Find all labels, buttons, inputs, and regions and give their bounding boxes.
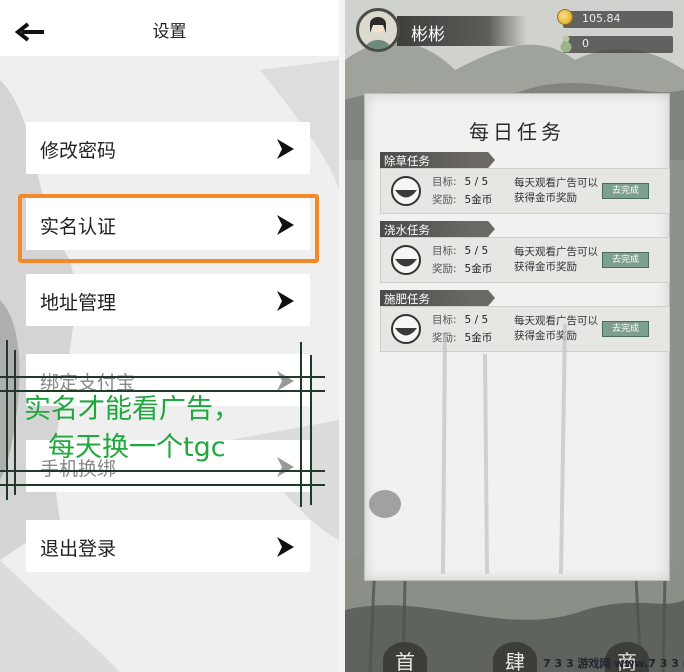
username-plate: 彬彬: [397, 16, 527, 46]
target-value: 5 / 5: [464, 176, 489, 188]
reward-value: 5金币: [464, 263, 493, 275]
menu-item-label: 退出登录: [40, 538, 117, 560]
target-label: 目标:: [432, 176, 457, 188]
gourd-amount: 0: [582, 37, 589, 50]
overlay-frame-line: [300, 342, 302, 507]
task-name: 除草任务: [384, 154, 430, 168]
task-description: 每天观看广告可以获得金币奖励: [514, 246, 598, 273]
avatar-portrait-icon: [365, 17, 391, 49]
task-name: 施肥任务: [384, 292, 430, 306]
task-header: 除草任务: [380, 152, 495, 168]
overlay-caption-line1: 实名才能看广告，: [24, 394, 240, 425]
task-watering: 浇水任务 目标: 5 / 5 奖励: 5金币 每天观看广告可以获得金币奖励 去完成: [380, 221, 670, 283]
reward-label: 奖励:: [432, 263, 457, 275]
chevron-right-icon: [277, 457, 294, 477]
go-complete-button[interactable]: 去完成: [602, 252, 649, 268]
nav-label: 首: [395, 650, 415, 672]
highlight-annotation-box: [18, 194, 319, 263]
overlay-frame-line: [6, 340, 8, 500]
reward-label: 奖励:: [432, 194, 457, 206]
target-value: 5 / 5: [464, 245, 489, 257]
username: 彬彬: [411, 25, 445, 45]
page-title: 设置: [152, 22, 187, 42]
chevron-right-icon: [277, 291, 294, 311]
gourd-icon: [560, 35, 572, 53]
rice-bowl-icon: [391, 176, 421, 206]
menu-item-logout[interactable]: 退出登录: [26, 520, 310, 572]
settings-screen: 设置 修改密码 实名认证 地址管理 绑定支付宝 手机换绑 退出登录 实名才能看广…: [0, 0, 339, 672]
overlay-caption-line2: 每天换一个tgc: [48, 432, 226, 463]
task-target: 目标: 5 / 5: [432, 174, 488, 189]
panel-title: 每日任务: [469, 120, 565, 144]
task-header: 浇水任务: [380, 221, 495, 237]
target-label: 目标:: [432, 245, 457, 257]
daily-tasks-panel: 每日任务 除草任务 目标: 5 / 5 奖励: 5金币 每天观看广告可以获得金币奖励…: [364, 93, 670, 581]
game-screen: 彬彬 105.84 0 每日任务 除草任务 目标: 5 / 5 奖励: 5金币 每天…: [345, 0, 684, 672]
overlay-frame-line: [0, 484, 325, 486]
menu-item-label: 地址管理: [40, 292, 117, 314]
bamboo-ink-decoration: [369, 324, 567, 575]
site-watermark: 7 3 3 游戏网 www.7 3 3 mw.com: [543, 657, 684, 670]
chevron-right-icon: [277, 371, 294, 391]
task-body: 目标: 5 / 5 奖励: 5金币 每天观看广告可以获得金币奖励 去完成: [380, 168, 670, 214]
coin-balance: 105.84: [557, 9, 673, 28]
overlay-frame-line: [310, 355, 312, 505]
gourd-balance: 0: [560, 35, 673, 53]
settings-topbar: 设置: [0, 0, 339, 56]
nav-home-button[interactable]: 首: [383, 642, 427, 672]
task-body: 目标: 5 / 5 奖励: 5金币 每天观看广告可以获得金币奖励 去完成: [380, 237, 670, 283]
task-target: 目标: 5 / 5: [432, 243, 488, 258]
avatar[interactable]: [356, 8, 400, 52]
nav-second-button[interactable]: 肆: [493, 642, 537, 672]
chevron-right-icon: [277, 537, 294, 557]
task-reward: 奖励: 5金币: [432, 192, 492, 207]
task-description: 每天观看广告可以获得金币奖励: [514, 177, 598, 204]
rice-bowl-icon: [391, 245, 421, 275]
reward-value: 5金币: [464, 194, 493, 206]
nav-label: 肆: [505, 650, 525, 672]
menu-item-change-password[interactable]: 修改密码: [26, 122, 310, 174]
chevron-right-icon: [277, 139, 294, 159]
overlay-frame-line: [14, 350, 16, 495]
task-name: 浇水任务: [384, 223, 430, 237]
go-complete-button[interactable]: 去完成: [602, 183, 649, 199]
task-weeding: 除草任务 目标: 5 / 5 奖励: 5金币 每天观看广告可以获得金币奖励 去完成: [380, 152, 670, 214]
overlay-frame-line: [0, 470, 325, 472]
coin-icon: [557, 9, 573, 25]
overlay-frame-line: [0, 376, 325, 378]
task-reward: 奖励: 5金币: [432, 261, 492, 276]
menu-item-address-management[interactable]: 地址管理: [26, 274, 310, 326]
coin-amount: 105.84: [582, 12, 621, 25]
task-header: 施肥任务: [380, 290, 495, 306]
menu-item-label: 修改密码: [40, 140, 117, 162]
